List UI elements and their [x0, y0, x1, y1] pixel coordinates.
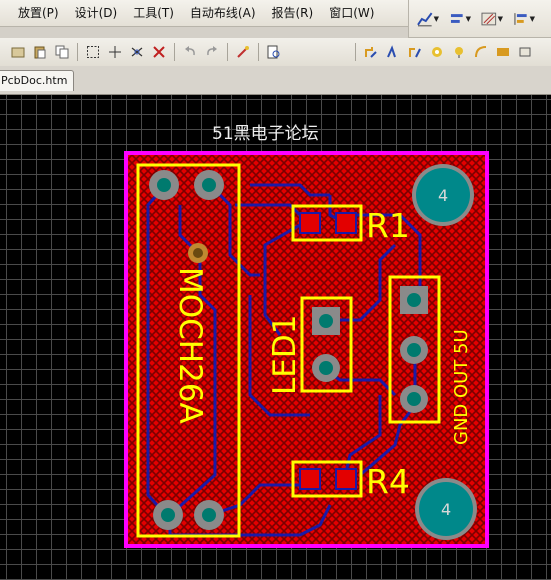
- diff-route-icon[interactable]: [405, 42, 425, 62]
- menu-reports[interactable]: 报告(R): [264, 2, 322, 24]
- menu-tools[interactable]: 工具(T): [125, 2, 182, 24]
- menu-design[interactable]: 设计(D): [67, 2, 126, 24]
- r1-pad-right: [335, 212, 357, 234]
- toolbar-secondary: [0, 38, 551, 67]
- toolbar-separator: [227, 43, 228, 61]
- pad-icon[interactable]: [449, 42, 469, 62]
- out-label: GND OUT 5U: [451, 329, 472, 445]
- document-tab-bar: PcbDoc.htm: [0, 66, 551, 95]
- route-icon[interactable]: [361, 42, 381, 62]
- menu-bar: 放置(P) 设计(D) 工具(T) 自动布线(A) 报告(R) 窗口(W): [0, 0, 408, 27]
- select-rect-icon[interactable]: [83, 42, 103, 62]
- r4-label: R4: [366, 462, 410, 501]
- hatch-icon[interactable]: ▼: [481, 8, 503, 30]
- tab-pcbdoc[interactable]: PcbDoc.htm: [0, 70, 75, 91]
- interactive-route-icon[interactable]: [383, 42, 403, 62]
- zoom-fit-icon[interactable]: [264, 42, 284, 62]
- redo-icon[interactable]: [202, 42, 222, 62]
- r4-pad-right: [335, 468, 357, 490]
- menu-place[interactable]: 放置(P): [0, 2, 67, 24]
- mount-hole-bottom-label: 4: [441, 500, 451, 519]
- cross-icon[interactable]: [149, 42, 169, 62]
- toolbar-separator: [77, 43, 78, 61]
- move-icon[interactable]: [105, 42, 125, 62]
- pcb-canvas[interactable]: 51黑电子论坛 MOCH26A R1 R4 LED1 GND OUT 5U 4 …: [0, 95, 551, 580]
- copy-icon[interactable]: [52, 42, 72, 62]
- toolbar-separator: [355, 43, 356, 61]
- toolbar-separator: [174, 43, 175, 61]
- menu-autoroute[interactable]: 自动布线(A): [182, 2, 264, 24]
- arc-icon[interactable]: [471, 42, 491, 62]
- led-label: LED1: [267, 315, 303, 395]
- align-icon[interactable]: ▼: [449, 8, 471, 30]
- toolbar-separator: [258, 43, 259, 61]
- moc-label: MOCH26A: [172, 267, 208, 424]
- fill-icon[interactable]: [493, 42, 513, 62]
- undo-icon[interactable]: [180, 42, 200, 62]
- paste-icon[interactable]: [30, 42, 50, 62]
- open-icon[interactable]: [8, 42, 28, 62]
- r4-pad-left: [299, 468, 321, 490]
- r1-label: R1: [366, 206, 410, 245]
- more-icon[interactable]: [515, 42, 535, 62]
- toolbar-right: ▼ ▼ ▼ ▼: [408, 0, 551, 38]
- cut-move-icon[interactable]: [127, 42, 147, 62]
- mount-hole-top-label: 4: [438, 186, 448, 205]
- menu-window[interactable]: 窗口(W): [321, 2, 382, 24]
- pcb-board: MOCH26A R1 R4 LED1 GND OUT 5U 4 4: [124, 151, 489, 548]
- r1-pad-left: [299, 212, 321, 234]
- layers-icon[interactable]: ▼: [513, 8, 535, 30]
- chart-icon[interactable]: ▼: [417, 8, 439, 30]
- wand-icon[interactable]: [233, 42, 253, 62]
- via-icon[interactable]: [427, 42, 447, 62]
